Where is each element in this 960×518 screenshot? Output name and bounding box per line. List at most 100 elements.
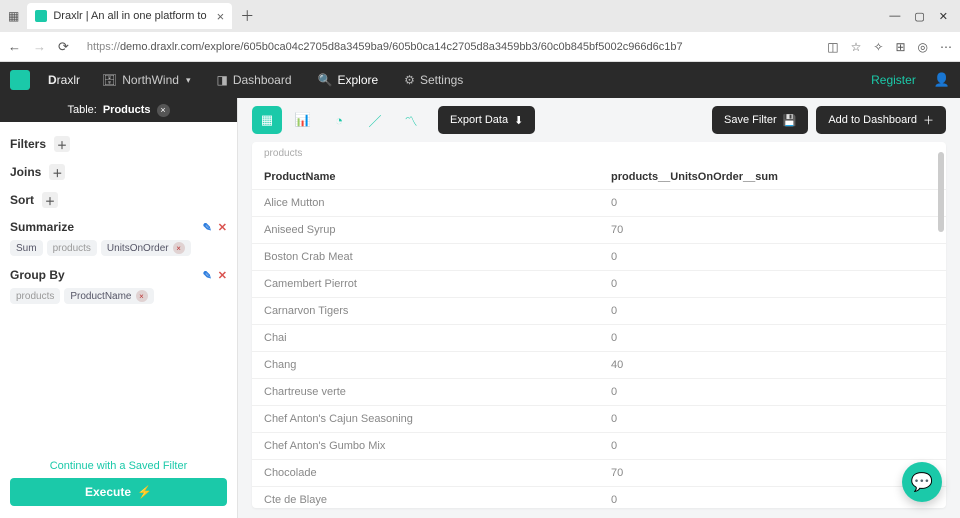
results-table: products ProductName products__UnitsOnOr… (252, 142, 946, 508)
cell-product-name: Carnarvon Tigers (252, 298, 599, 325)
window-minimize-icon[interactable]: ― (889, 10, 900, 23)
nav-settings[interactable]: ⚙ Settings (400, 62, 467, 98)
brand-name: Draxlr (48, 73, 80, 87)
view-bar-button[interactable]: 📊 (288, 106, 318, 134)
nav-back-icon[interactable]: ← (8, 39, 21, 54)
register-link[interactable]: Register (871, 73, 916, 87)
nav-explore[interactable]: 🔍 Explore (314, 62, 383, 98)
window-close-icon[interactable]: ✕ (939, 10, 948, 23)
remove-summarize-col-icon[interactable]: × (173, 242, 185, 254)
table-row[interactable]: Chang40 (252, 352, 946, 379)
cell-value: 70 (599, 460, 946, 487)
add-join-button[interactable]: ＋ (49, 164, 65, 180)
window-maximize-icon[interactable]: ▢ (914, 10, 924, 23)
cell-product-name: Boston Crab Meat (252, 244, 599, 271)
table-row[interactable]: Aniseed Syrup70 (252, 217, 946, 244)
favorite-icon[interactable]: ☆ (851, 40, 862, 54)
add-sort-button[interactable]: ＋ (42, 192, 58, 208)
view-table-button[interactable]: ▦ (252, 106, 282, 134)
summarize-col-chip[interactable]: UnitsOnOrder × (101, 240, 191, 256)
table-row[interactable]: Carnarvon Tigers0 (252, 298, 946, 325)
execute-button[interactable]: Execute ⚡ (10, 478, 227, 506)
save-filter-button[interactable]: Save Filter 💾 (712, 106, 808, 134)
joins-heading: Joins (10, 165, 41, 179)
groupby-heading: Group By (10, 268, 65, 282)
dashboard-icon: ◨ (216, 73, 227, 87)
profile-icon[interactable]: ◎ (918, 40, 928, 54)
cell-product-name: Chef Anton's Cajun Seasoning (252, 406, 599, 433)
cell-product-name: Cte de Blaye (252, 487, 599, 509)
cell-product-name: Chartreuse verte (252, 379, 599, 406)
cell-product-name: Chocolade (252, 460, 599, 487)
cell-value: 0 (599, 325, 946, 352)
tab-favicon (35, 10, 47, 22)
tab-list-icon[interactable]: ▦ (8, 9, 19, 23)
nav-dashboard[interactable]: ◨ Dashboard (212, 62, 295, 98)
results-table-container: products ProductName products__UnitsOnOr… (252, 142, 946, 508)
table-row[interactable]: Chai0 (252, 325, 946, 352)
nav-forward-icon[interactable]: → (33, 39, 46, 54)
view-pie-button[interactable]: ◔ (324, 106, 354, 134)
cell-value: 0 (599, 271, 946, 298)
collections-icon[interactable]: ✧ (873, 40, 883, 54)
groupby-table-chip[interactable]: products (10, 288, 60, 304)
plus-icon: ＋ (923, 112, 934, 128)
table-row[interactable]: Alice Mutton0 (252, 190, 946, 217)
filters-heading: Filters (10, 137, 46, 151)
add-filter-button[interactable]: ＋ (54, 136, 70, 152)
add-to-dashboard-button[interactable]: Add to Dashboard ＋ (816, 106, 946, 134)
summarize-table-chip[interactable]: products (47, 240, 97, 256)
database-selector[interactable]: 🗄 NorthWind ▾ (98, 62, 194, 98)
chevron-down-icon: ▾ (186, 75, 191, 86)
table-row[interactable]: Cte de Blaye0 (252, 487, 946, 509)
delete-groupby-icon[interactable]: ✕ (218, 269, 227, 282)
cell-value: 0 (599, 244, 946, 271)
more-icon[interactable]: ⋯ (940, 40, 952, 54)
extensions-icon[interactable]: ⊞ (895, 40, 905, 54)
summarize-heading: Summarize (10, 220, 74, 234)
export-data-button[interactable]: Export Data ⬇ (438, 106, 535, 134)
close-tab-icon[interactable]: × (217, 9, 225, 24)
scrollbar-thumb[interactable] (938, 152, 944, 232)
table-row[interactable]: Chocolade70 (252, 460, 946, 487)
edit-groupby-icon[interactable]: ✎ (203, 269, 212, 282)
cell-product-name: Chai (252, 325, 599, 352)
reader-mode-icon[interactable]: ◫ (827, 40, 838, 54)
cell-value: 70 (599, 217, 946, 244)
app-logo (10, 70, 30, 90)
cell-value: 0 (599, 433, 946, 460)
remove-groupby-col-icon[interactable]: × (136, 290, 148, 302)
clear-table-icon[interactable]: × (157, 104, 170, 117)
save-icon: 💾 (783, 114, 797, 127)
table-row[interactable]: Chef Anton's Gumbo Mix0 (252, 433, 946, 460)
table-row[interactable]: Chef Anton's Cajun Seasoning0 (252, 406, 946, 433)
view-area-button[interactable]: 〽 (396, 106, 426, 134)
browser-tab[interactable]: Draxlr | An all in one platform to × (27, 3, 232, 29)
view-line-button[interactable]: ／ (360, 106, 390, 134)
cell-product-name: Aniseed Syrup (252, 217, 599, 244)
tab-title: Draxlr | An all in one platform to (53, 10, 206, 22)
chat-fab[interactable]: 💬 (902, 462, 942, 502)
table-row[interactable]: Boston Crab Meat0 (252, 244, 946, 271)
database-icon: 🗄 (102, 73, 117, 87)
nav-refresh-icon[interactable]: ⟳ (58, 39, 69, 55)
cell-value: 0 (599, 298, 946, 325)
cell-product-name: Alice Mutton (252, 190, 599, 217)
new-tab-button[interactable]: ＋ (240, 6, 254, 26)
address-bar[interactable]: https://demo.draxlr.com/explore/605b0ca0… (81, 37, 815, 57)
download-icon: ⬇ (514, 114, 523, 127)
table-strip: Table: Products × (0, 98, 237, 122)
delete-summarize-icon[interactable]: ✕ (218, 221, 227, 234)
col1-header[interactable]: ProductName (252, 165, 599, 190)
search-icon: 🔍 (318, 73, 333, 87)
table-row[interactable]: Chartreuse verte0 (252, 379, 946, 406)
user-icon[interactable]: 👤 (934, 72, 950, 88)
summarize-agg-chip[interactable]: Sum (10, 240, 43, 256)
col2-header[interactable]: products__UnitsOnOrder__sum (599, 165, 946, 190)
col1-meta: products (252, 142, 599, 165)
edit-summarize-icon[interactable]: ✎ (203, 221, 212, 234)
groupby-col-chip[interactable]: ProductName × (64, 288, 153, 304)
cell-value: 0 (599, 379, 946, 406)
table-row[interactable]: Camembert Pierrot0 (252, 271, 946, 298)
continue-saved-filter-link[interactable]: Continue with a Saved Filter (10, 460, 227, 472)
